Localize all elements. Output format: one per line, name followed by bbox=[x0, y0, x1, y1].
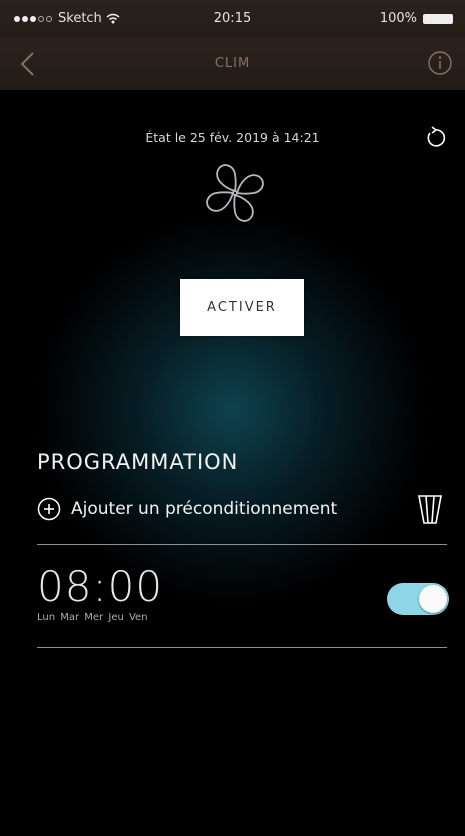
schedule-toggle[interactable] bbox=[387, 583, 449, 615]
fan-icon bbox=[206, 164, 264, 222]
refresh-icon[interactable] bbox=[422, 125, 448, 151]
add-preconditioning-label: Ajouter un préconditionnement bbox=[71, 499, 338, 519]
battery-icon bbox=[423, 13, 453, 24]
battery-percent: 100% bbox=[379, 11, 417, 26]
programming-title: PROGRAMMATION bbox=[37, 450, 239, 474]
state-timestamp: État le 25 fév. 2019 à 14:21 bbox=[145, 130, 320, 145]
add-preconditioning-button[interactable]: Ajouter un préconditionnement bbox=[37, 492, 337, 526]
status-right: 100% bbox=[380, 11, 453, 26]
page-title: CLIM bbox=[214, 56, 251, 71]
toggle-knob bbox=[419, 585, 447, 613]
schedule-days: Lun Mar Mer Jeu Ven bbox=[37, 612, 148, 623]
status-bar: Sketch 20:15 100% bbox=[0, 0, 465, 38]
plus-circle-icon bbox=[37, 497, 61, 521]
info-icon[interactable] bbox=[427, 50, 453, 76]
trash-icon[interactable] bbox=[416, 487, 444, 527]
nav-bar: CLIM bbox=[0, 38, 465, 90]
schedule-time[interactable]: 08:00 bbox=[37, 562, 163, 611]
divider bbox=[37, 647, 447, 648]
clim-screen: Sketch 20:15 100% CLIM État le 25 fév. 2… bbox=[0, 0, 465, 836]
divider bbox=[37, 544, 447, 545]
activate-button[interactable]: ACTIVER bbox=[180, 279, 304, 336]
